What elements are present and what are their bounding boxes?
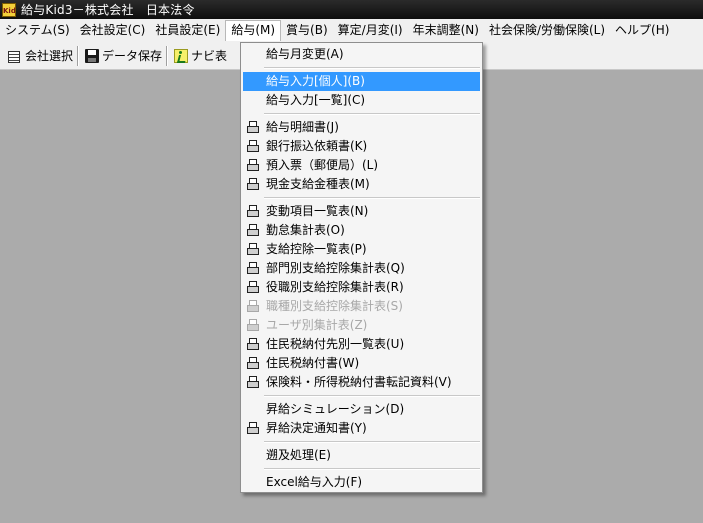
menubar-item[interactable]: ヘルプ(H) xyxy=(610,20,674,41)
menu-item[interactable]: 保険料・所得税納付書転記資料(V) xyxy=(243,373,480,392)
menu-item-label: 給与入力[一覧](C) xyxy=(266,93,366,107)
menu-item[interactable]: 給与月変更(A) xyxy=(243,45,480,64)
menu-item[interactable]: 遡及処理(E) xyxy=(243,446,480,465)
menu-separator xyxy=(264,395,480,397)
data-save-label: データ保存 xyxy=(102,49,163,63)
navi-button[interactable]: ナビ表 xyxy=(168,45,231,67)
menu-item[interactable]: 給与入力[個人](B) xyxy=(243,72,480,91)
menu-item-label: 変動項目一覧表(N) xyxy=(266,204,369,218)
company-select-button[interactable]: 会社選択 xyxy=(0,45,77,67)
menu-separator xyxy=(264,67,480,69)
menu-item: 職種別支給控除集計表(S) xyxy=(243,297,480,316)
title-bar: Kid 給与Kid3－株式会社 日本法令 xyxy=(0,0,703,19)
printer-icon xyxy=(246,242,260,256)
menu-item[interactable]: 昇給決定通知書(Y) xyxy=(243,419,480,438)
menubar-item[interactable]: 社員設定(E) xyxy=(150,20,225,41)
menu-separator xyxy=(264,468,480,470)
menu-item-label: 遡及処理(E) xyxy=(266,448,331,462)
menu-item-label: 給与明細書(J) xyxy=(266,120,339,134)
menu-item-label: 昇給決定通知書(Y) xyxy=(266,421,367,435)
window-title: 給与Kid3－株式会社 日本法令 xyxy=(21,3,195,17)
menu-item-label: 役職別支給控除集計表(R) xyxy=(266,280,404,294)
printer-icon xyxy=(246,177,260,191)
menu-item[interactable]: 部門別支給控除集計表(Q) xyxy=(243,259,480,278)
menu-item[interactable]: 銀行振込依頼書(K) xyxy=(243,137,480,156)
menu-item[interactable]: 役職別支給控除集計表(R) xyxy=(243,278,480,297)
printer-icon xyxy=(246,337,260,351)
menu-item[interactable]: Excel給与入力(F) xyxy=(243,473,480,492)
menu-item[interactable]: 勤怠集計表(O) xyxy=(243,221,480,240)
menu-item-label: Excel給与入力(F) xyxy=(266,475,363,489)
navi-label: ナビ表 xyxy=(191,49,228,63)
menubar-item[interactable]: システム(S) xyxy=(0,20,75,41)
menu-separator xyxy=(264,441,480,443)
menu-item: ユーザ別集計表(Z) xyxy=(243,316,480,335)
menu-item[interactable]: 給与入力[一覧](C) xyxy=(243,91,480,110)
salary-menu-dropdown: 給与月変更(A) 給与入力[個人](B) 給与入力[一覧](C) 給与明細書(J) 銀行… xyxy=(240,42,483,493)
menu-item-label: 昇給シミュレーション(D) xyxy=(266,402,405,416)
menu-item-label: 住民税納付書(W) xyxy=(266,356,360,370)
company-select-label: 会社選択 xyxy=(25,49,74,63)
menu-item-label: 支給控除一覧表(P) xyxy=(266,242,367,256)
menu-item-label: 給与月変更(A) xyxy=(266,47,344,61)
menu-item-label: 保険料・所得税納付書転記資料(V) xyxy=(266,375,452,389)
menu-item[interactable]: 預入票（郵便局）(L) xyxy=(243,156,480,175)
printer-icon xyxy=(246,299,260,313)
menu-item-label: 銀行振込依頼書(K) xyxy=(266,139,368,153)
menu-bar: システム(S) 会社設定(C) 社員設定(E) 給与(M) 賞与(B) 算定/月変(I) 年… xyxy=(0,19,703,42)
menu-item-label: 職種別支給控除集計表(S) xyxy=(266,299,403,313)
printer-icon xyxy=(246,356,260,370)
app-logo-icon: Kid xyxy=(2,2,16,17)
printer-icon xyxy=(246,204,260,218)
menubar-item[interactable]: 社会保険/労働保険(L) xyxy=(484,20,610,41)
menu-item-label: ユーザ別集計表(Z) xyxy=(266,318,368,332)
menu-item[interactable]: 変動項目一覧表(N) xyxy=(243,202,480,221)
menubar-item[interactable]: 給与(M) xyxy=(225,20,282,41)
printer-icon xyxy=(246,261,260,275)
menu-separator xyxy=(264,197,480,199)
menubar-item[interactable]: 会社設定(C) xyxy=(75,20,151,41)
menubar-item[interactable]: 賞与(B) xyxy=(281,20,333,41)
menu-item-label: 預入票（郵便局）(L) xyxy=(266,158,379,172)
menu-item-label: 部門別支給控除集計表(Q) xyxy=(266,261,405,275)
menu-item[interactable]: 昇給シミュレーション(D) xyxy=(243,400,480,419)
menu-item-label: 給与入力[個人](B) xyxy=(266,74,365,88)
printer-icon xyxy=(246,139,260,153)
menu-item[interactable]: 現金支給金種表(M) xyxy=(243,175,480,194)
data-save-button[interactable]: データ保存 xyxy=(79,45,166,67)
printer-icon xyxy=(246,120,260,134)
save-icon xyxy=(85,48,100,63)
printer-icon xyxy=(246,223,260,237)
menu-item-label: 住民税納付先別一覧表(U) xyxy=(266,337,405,351)
menu-item-label: 勤怠集計表(O) xyxy=(266,223,345,237)
printer-icon xyxy=(246,375,260,389)
menubar-item[interactable]: 年末調整(N) xyxy=(408,20,484,41)
menu-item-label: 現金支給金種表(M) xyxy=(266,177,370,191)
navi-icon xyxy=(174,48,189,63)
menu-item[interactable]: 住民税納付書(W) xyxy=(243,354,480,373)
menu-item[interactable]: 支給控除一覧表(P) xyxy=(243,240,480,259)
menu-separator xyxy=(264,113,480,115)
menu-item[interactable]: 住民税納付先別一覧表(U) xyxy=(243,335,480,354)
printer-icon xyxy=(246,158,260,172)
menubar-item[interactable]: 算定/月変(I) xyxy=(333,20,408,41)
printer-icon xyxy=(246,318,260,332)
menu-item[interactable]: 給与明細書(J) xyxy=(243,118,480,137)
printer-icon xyxy=(246,280,260,294)
printer-icon xyxy=(246,421,260,435)
company-icon xyxy=(6,48,22,64)
